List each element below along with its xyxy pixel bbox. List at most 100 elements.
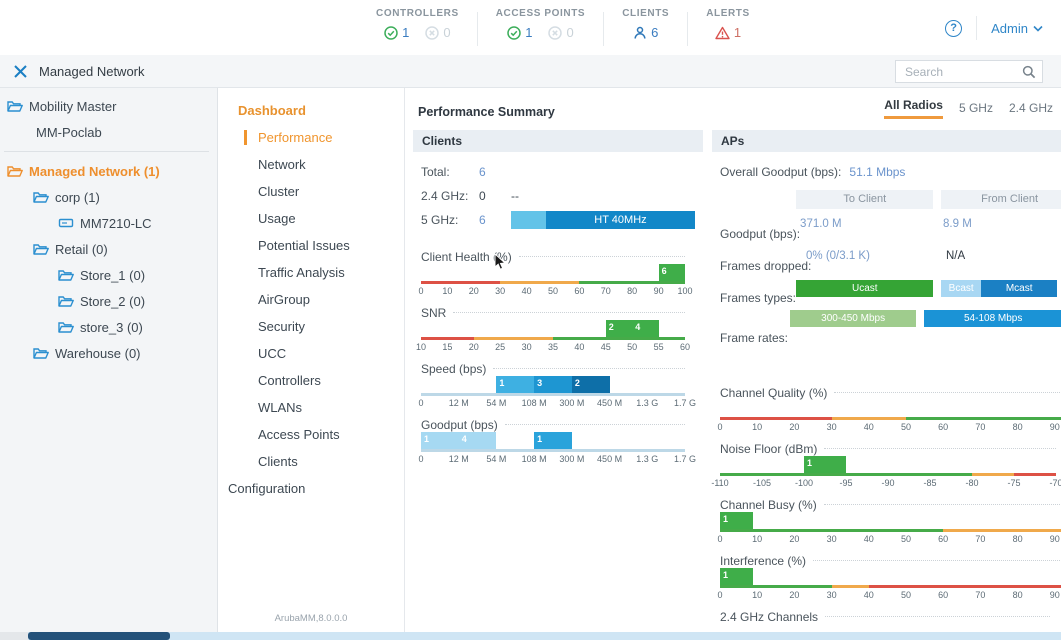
frames-dropped-row: Frames dropped: 0% (0/3.1 K) N/A xyxy=(720,248,1061,273)
aps-down-count: 0 xyxy=(566,25,573,40)
chart-title: Channel Busy (%) xyxy=(720,498,817,512)
close-icon[interactable] xyxy=(13,64,28,79)
nav-item-security[interactable]: Security xyxy=(218,313,404,340)
nav-item-configuration[interactable]: Configuration xyxy=(218,475,404,502)
tree-item-warehouse[interactable]: Warehouse (0) xyxy=(0,340,217,366)
chart-title: Channel Quality (%) xyxy=(720,386,827,400)
admin-menu[interactable]: Admin xyxy=(991,21,1043,36)
axis-tick-label: 60 xyxy=(938,422,948,432)
axis-tick-label: 30 xyxy=(522,342,532,352)
nav-item-access-points[interactable]: Access Points xyxy=(218,421,404,448)
folder-icon xyxy=(58,321,74,334)
folder-icon xyxy=(33,347,49,360)
search-icon[interactable] xyxy=(1022,65,1036,79)
nav-item-controllers[interactable]: Controllers xyxy=(218,367,404,394)
histogram-bar[interactable]: 6 xyxy=(659,264,685,281)
chart-channel-busy: Channel Busy (%)10102030405060708090100 xyxy=(720,497,1061,544)
tree-item-corp[interactable]: corp (1) xyxy=(0,184,217,210)
goodput-to-client: 371.0 M xyxy=(800,216,935,241)
tree-item-label: Warehouse (0) xyxy=(55,346,141,361)
scrollbar-thumb[interactable] xyxy=(28,632,170,640)
stat-controllers[interactable]: CONTROLLERS 1 0 xyxy=(358,8,477,40)
tree-item-managed-network[interactable]: Managed Network (1) xyxy=(0,158,217,184)
check-circle-icon xyxy=(384,26,398,40)
histogram-bar[interactable]: 2 xyxy=(606,320,632,337)
nav-item-wlans[interactable]: WLANs xyxy=(218,394,404,421)
histogram-bar[interactable]: 1 xyxy=(720,512,753,529)
band-5-value: 6 xyxy=(479,213,511,227)
tree-item-mm-poclab[interactable]: MM-Poclab xyxy=(0,119,217,145)
axis-tick-label: 90 xyxy=(1050,590,1060,600)
frames-types-label: Frames types: xyxy=(720,280,796,305)
warning-triangle-icon xyxy=(715,26,730,40)
col-header-from-client: From Client xyxy=(941,190,1061,209)
axis-tick-label: -85 xyxy=(923,478,936,488)
stat-alerts[interactable]: ALERTS 1 xyxy=(688,8,768,40)
histogram-bar[interactable]: 2 xyxy=(572,376,610,393)
tab-all-radios[interactable]: All Radios xyxy=(884,98,943,119)
tree-item-store-2[interactable]: Store_2 (0) xyxy=(0,288,217,314)
histogram-bar[interactable]: 4 xyxy=(459,432,497,449)
tree-item-store-1[interactable]: Store_1 (0) xyxy=(0,262,217,288)
frames-dropped-from-client: N/A xyxy=(946,248,1061,273)
help-button[interactable]: ? xyxy=(945,20,962,37)
axis-tick-label: 40 xyxy=(864,534,874,544)
axis-tick-label: 90 xyxy=(1050,534,1060,544)
axis-tick-label: 50 xyxy=(901,422,911,432)
rates-to-client-bar[interactable]: 300-450 Mbps xyxy=(790,310,916,327)
horizontal-scrollbar[interactable] xyxy=(0,632,1061,640)
search-input[interactable] xyxy=(896,65,1022,79)
axis-tick-label: 20 xyxy=(789,534,799,544)
aps-up: 1 xyxy=(507,25,532,40)
nav-item-usage[interactable]: Usage xyxy=(218,205,404,232)
aps-direction-table: To Client From Client Goodput (bps): 371… xyxy=(720,190,1061,345)
axis-tick-label: 1.7 G xyxy=(674,454,696,464)
dotted-leader xyxy=(813,560,1061,561)
axis-tick-label: 0 xyxy=(418,286,423,296)
histogram-bar[interactable]: 1 xyxy=(496,376,534,393)
rates-from-client-bar[interactable]: 54-108 Mbps xyxy=(924,310,1061,327)
nav-item-traffic-analysis[interactable]: Traffic Analysis xyxy=(218,259,404,286)
axis-tick-label: 108 M xyxy=(522,454,547,464)
histogram-bar[interactable]: 1 xyxy=(720,568,753,585)
tree-item-retail[interactable]: Retail (0) xyxy=(0,236,217,262)
axis-tick-label: 80 xyxy=(1013,422,1023,432)
nav-item-clients[interactable]: Clients xyxy=(218,448,404,475)
axis-tick-label: 25 xyxy=(495,342,505,352)
ucast-bar[interactable]: Ucast xyxy=(796,280,933,297)
axis-tick-label: 1.3 G xyxy=(636,454,658,464)
context-label: Managed Network xyxy=(39,64,145,79)
histogram-bar[interactable]: 4 xyxy=(632,320,658,337)
divider xyxy=(4,151,209,152)
ht-mode-bar[interactable]: HT 40MHz xyxy=(511,211,695,229)
axis-tick-label: 10 xyxy=(442,286,452,296)
clients-24ghz-row: 2.4 GHz: 0 -- xyxy=(421,184,695,208)
stat-clients[interactable]: CLIENTS 6 xyxy=(604,8,687,40)
stat-access-points[interactable]: ACCESS POINTS 1 0 xyxy=(478,8,603,40)
tab-5ghz[interactable]: 5 GHz xyxy=(959,101,993,119)
nav-item-ucc[interactable]: UCC xyxy=(218,340,404,367)
nav-item-performance[interactable]: Performance xyxy=(218,124,404,151)
histogram-bar[interactable]: 1 xyxy=(534,432,572,449)
nav-item-cluster[interactable]: Cluster xyxy=(218,178,404,205)
tree-item-label: corp (1) xyxy=(55,190,100,205)
tab-24ghz[interactable]: 2.4 GHz xyxy=(1009,101,1053,119)
axis-tick-label: 10 xyxy=(752,534,762,544)
tree-item-mm7210-lc[interactable]: MM7210-LC xyxy=(0,210,217,236)
radio-tabs: All Radios 5 GHz 2.4 GHz xyxy=(884,98,1053,119)
nav-item-dashboard[interactable]: Dashboard xyxy=(218,97,404,124)
nav-item-airgroup[interactable]: AirGroup xyxy=(218,286,404,313)
histogram-bar[interactable]: 3 xyxy=(534,376,572,393)
histogram-bar[interactable]: 1 xyxy=(804,456,846,473)
bcast-bar[interactable]: Bcast xyxy=(941,280,981,297)
chart-title: Speed (bps) xyxy=(421,362,486,376)
nav-item-potential-issues[interactable]: Potential Issues xyxy=(218,232,404,259)
nav-item-network[interactable]: Network xyxy=(218,151,404,178)
axis-tick-label: 30 xyxy=(827,534,837,544)
axis-tick-label: 50 xyxy=(627,342,637,352)
mcast-bar[interactable]: Mcast xyxy=(981,280,1057,297)
tree-item-store-3[interactable]: store_3 (0) xyxy=(0,314,217,340)
tree-item-label: Mobility Master xyxy=(29,99,116,114)
tree-item-mobility-master[interactable]: Mobility Master xyxy=(0,93,217,119)
histogram-bar[interactable]: 1 xyxy=(421,432,459,449)
